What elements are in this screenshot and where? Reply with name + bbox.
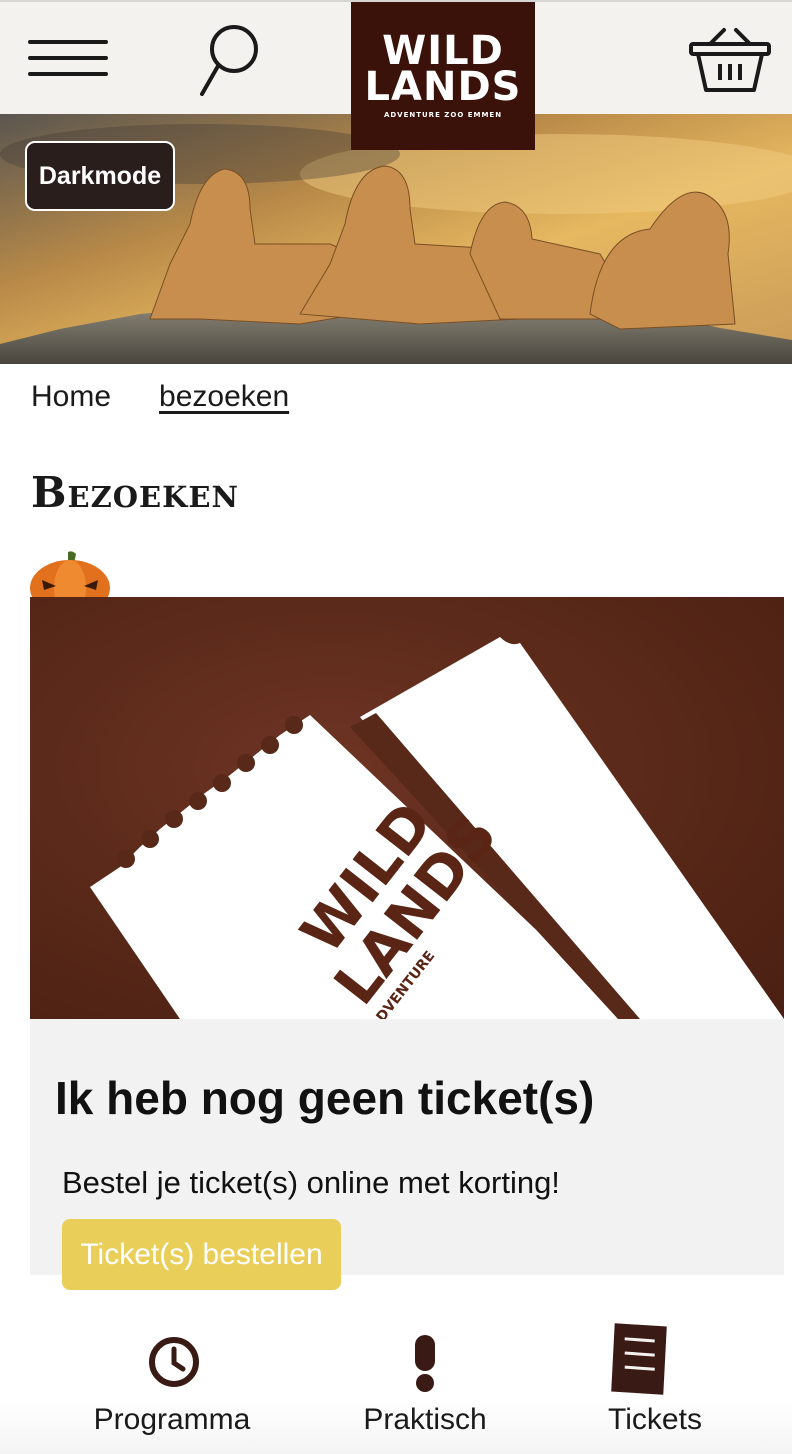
nav-item-programma[interactable]: Programma [62,1275,282,1454]
logo-tagline: ADVENTURE ZOO EMMEN [383,111,503,119]
page-title: Bezoeken [31,468,239,517]
clock-icon [149,1337,199,1387]
exclamation-icon [415,1335,435,1392]
card-title: Ik heb nog geen ticket(s) [55,1072,595,1124]
basket-icon[interactable] [688,26,772,96]
hamburger-menu-icon[interactable] [28,40,108,80]
breadcrumb-home-link[interactable]: Home [31,380,111,424]
ticket-illustration: WILD LANDS ADVENTURE [90,637,784,1019]
logo-line-2: LANDS [364,64,522,110]
search-icon[interactable] [196,22,266,98]
darkmode-toggle-button[interactable]: Darkmode [25,141,175,211]
ticket-card: WILD LANDS ADVENTURE Ik heb nog geen tic… [30,597,784,1290]
nav-item-tickets[interactable]: Tickets [570,1275,740,1454]
nav-label-tickets: Tickets [608,1403,702,1436]
bottom-navigation: Programma Praktisch Tickets [0,1275,792,1454]
ticket-card-image[interactable]: WILD LANDS ADVENTURE [30,597,784,1019]
nav-label-programma: Programma [93,1403,251,1436]
nav-item-praktisch[interactable]: Praktisch [320,1275,530,1454]
card-description: Bestel je ticket(s) online met korting! [62,1165,560,1200]
wildlands-logo[interactable]: WILD LANDS ADVENTURE ZOO EMMEN [351,2,535,150]
breadcrumb-current-link[interactable]: bezoeken [159,380,289,424]
breadcrumb: Home bezoeken [31,380,289,424]
order-tickets-button[interactable]: Ticket(s) bestellen [62,1219,341,1290]
ticket-icon [611,1323,667,1395]
nav-label-praktisch: Praktisch [363,1403,487,1436]
